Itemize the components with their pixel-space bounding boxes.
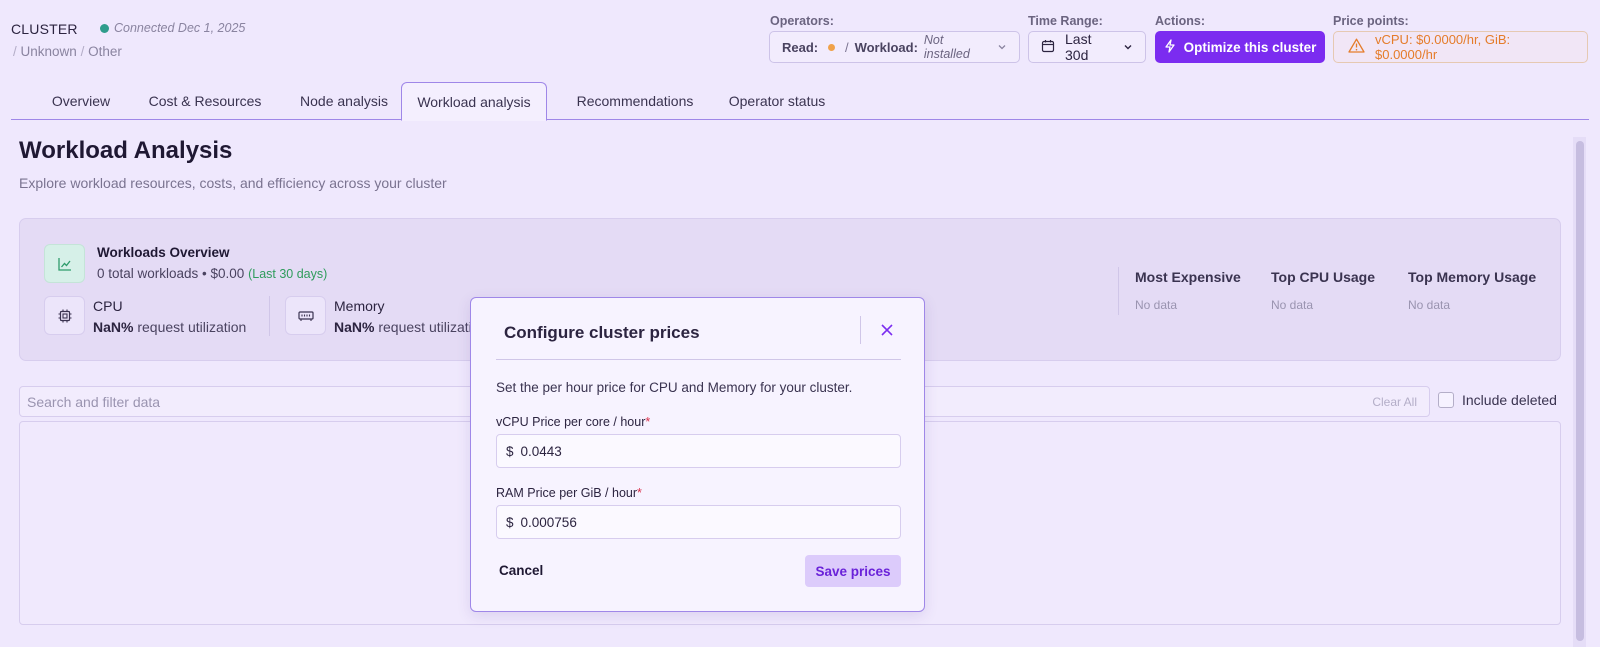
overview-summary: 0 total workloads • $0.00 (Last 30 days) <box>97 266 328 281</box>
actions-label: Actions: <box>1155 14 1205 28</box>
operators-dropdown[interactable]: Read: / Workload: Not installed <box>769 31 1020 63</box>
tab-operator-status[interactable]: Operator status <box>717 82 837 120</box>
stat-top-memory-value: No data <box>1408 298 1451 312</box>
ram-price-field[interactable]: $ <box>496 505 901 539</box>
save-prices-button[interactable]: Save prices <box>805 555 901 587</box>
breadcrumb: / Unknown / Other <box>13 44 122 59</box>
stat-top-memory-label: Top Memory Usage <box>1408 269 1537 285</box>
price-points-button[interactable]: vCPU: $0.0000/hr, GiB: $0.0000/hr <box>1333 31 1588 63</box>
calendar-icon <box>1041 39 1055 56</box>
tab-workload-analysis[interactable]: Workload analysis <box>401 82 547 121</box>
operator-read-status-icon <box>828 43 835 51</box>
memory-icon <box>285 296 326 335</box>
include-deleted-checkbox[interactable] <box>1438 392 1454 408</box>
divider <box>269 296 270 336</box>
operator-read-label: Read: <box>782 39 819 55</box>
operator-workload-label: Workload: <box>854 39 918 55</box>
cpu-chip-icon <box>44 296 85 335</box>
page-title: Workload Analysis <box>19 137 233 164</box>
vcpu-price-field[interactable]: $ <box>496 434 901 468</box>
divider <box>1118 267 1119 315</box>
connection-status-text: Connected Dec 1, 2025 <box>114 21 246 35</box>
vcpu-price-label: vCPU Price per core / hour* <box>496 415 651 429</box>
time-range-dropdown[interactable]: Last 30d <box>1028 31 1146 63</box>
breadcrumb-item[interactable]: Other <box>88 44 122 59</box>
operators-label: Operators: <box>770 14 834 28</box>
divider <box>496 359 901 360</box>
stat-top-cpu-value: No data <box>1271 298 1314 312</box>
include-deleted-toggle[interactable]: Include deleted <box>1438 392 1557 408</box>
currency-symbol: $ <box>506 443 514 459</box>
vcpu-price-input[interactable] <box>520 443 881 459</box>
stat-top-cpu-label: Top CPU Usage <box>1271 269 1375 285</box>
overview-title: Workloads Overview <box>97 245 230 260</box>
clear-all-button[interactable]: Clear All <box>1372 395 1417 409</box>
ram-price-input[interactable] <box>520 514 881 530</box>
include-deleted-label: Include deleted <box>1462 392 1557 408</box>
overview-period: (Last 30 days) <box>248 267 328 281</box>
configure-prices-dialog: Configure cluster prices Set the per hou… <box>470 297 925 612</box>
page-subtitle: Explore workload resources, costs, and e… <box>19 175 447 191</box>
chevron-down-icon <box>997 40 1007 55</box>
tab-cost-resources[interactable]: Cost & Resources <box>135 82 275 120</box>
tab-overview[interactable]: Overview <box>31 82 131 120</box>
scrollbar-thumb[interactable] <box>1576 141 1584 641</box>
divider <box>860 316 861 344</box>
memory-label: Memory <box>334 298 385 314</box>
operator-workload-value: Not installed <box>923 33 970 61</box>
time-range-label: Time Range: <box>1028 14 1103 28</box>
tab-bar: Overview Cost & Resources Node analysis … <box>11 82 1589 121</box>
tab-recommendations[interactable]: Recommendations <box>560 82 710 120</box>
optimize-cluster-button[interactable]: Optimize this cluster <box>1155 31 1325 63</box>
cpu-label: CPU <box>93 298 123 314</box>
ram-price-label: RAM Price per GiB / hour* <box>496 486 642 500</box>
chevron-down-icon <box>1123 39 1133 55</box>
tab-node-analysis[interactable]: Node analysis <box>283 82 405 120</box>
breadcrumb-item[interactable]: Unknown <box>21 44 77 59</box>
lightning-icon <box>1164 38 1176 56</box>
connection-status: Connected Dec 1, 2025 <box>100 21 245 35</box>
warning-icon <box>1348 38 1365 56</box>
memory-utilization: NaN% request utilization <box>334 319 488 335</box>
stat-most-expensive-label: Most Expensive <box>1135 269 1241 285</box>
status-dot-icon <box>100 23 109 33</box>
cancel-button[interactable]: Cancel <box>499 556 557 584</box>
time-range-value: Last 30d <box>1065 31 1092 63</box>
optimize-cluster-label: Optimize this cluster <box>1183 39 1317 55</box>
price-points-value: vCPU: $0.0000/hr, GiB: $0.0000/hr <box>1375 32 1511 62</box>
dialog-title: Configure cluster prices <box>504 323 700 342</box>
cluster-label: CLUSTER <box>11 21 78 37</box>
line-chart-icon <box>44 244 85 283</box>
currency-symbol: $ <box>506 514 514 530</box>
close-icon[interactable] <box>878 322 896 340</box>
search-placeholder: Search and filter data <box>27 393 161 410</box>
price-points-label: Price points: <box>1333 14 1409 28</box>
cpu-utilization: NaN% request utilization <box>93 319 247 335</box>
dialog-description: Set the per hour price for CPU and Memor… <box>496 380 853 395</box>
stat-most-expensive-value: No data <box>1135 298 1178 312</box>
